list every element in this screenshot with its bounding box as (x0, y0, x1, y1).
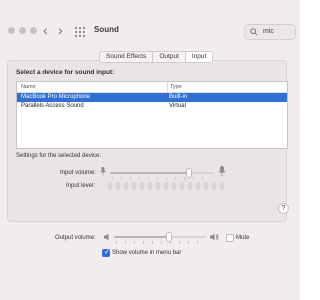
speaker-low-icon (104, 233, 109, 241)
level-segment (196, 182, 200, 190)
table-row[interactable]: MacBook Pro Microphone Built-in (17, 93, 287, 102)
show-volume-checkbox[interactable] (102, 248, 110, 257)
speaker-high-icon (210, 233, 219, 241)
settings-heading: Settings for the selected device: (16, 153, 102, 159)
table-header: Name Type (17, 82, 287, 93)
input-level-label: Input level: (66, 183, 96, 189)
device-name: MacBook Pro Microphone (21, 94, 91, 100)
device-table: Name Type MacBook Pro Microphone Built-i… (16, 81, 288, 149)
input-volume-label: Input volume: (60, 170, 97, 176)
mic-low-icon (100, 167, 106, 176)
input-panel: Select a device for sound input: Name Ty… (7, 60, 289, 222)
level-segment (172, 182, 176, 190)
level-segment (220, 182, 224, 190)
window-title: Sound (94, 25, 119, 34)
level-segment (164, 182, 168, 190)
level-segment (212, 182, 216, 190)
show-volume-label: Show volume in menu bar (112, 250, 182, 256)
tab-output[interactable]: Output (153, 52, 186, 62)
device-name: Parallels Access Sound (21, 103, 84, 109)
mute-label: Mute (236, 235, 250, 241)
show-all-grid-icon[interactable] (75, 27, 85, 37)
input-level-meter (108, 182, 224, 190)
level-segment (188, 182, 192, 190)
level-segment (148, 182, 152, 190)
level-segment (180, 182, 184, 190)
device-type: Built-in (169, 94, 188, 100)
input-volume-fill (110, 172, 189, 174)
device-select-heading: Select a device for sound input: (16, 69, 115, 76)
level-segment (140, 182, 144, 190)
search-icon (250, 28, 258, 36)
level-segment (156, 182, 160, 190)
output-volume-label: Output volume: (55, 235, 96, 241)
titlebar: ‹ › Sound mic (0, 20, 300, 44)
back-chevron-icon[interactable]: ‹ (43, 23, 48, 37)
forward-chevron-icon[interactable]: › (58, 23, 63, 37)
level-segment (204, 182, 208, 190)
sound-preferences-window: ‹ › Sound mic Select a device for sound … (0, 0, 300, 300)
output-volume-ticks (116, 241, 198, 244)
tab-bar: Sound Effects Output Input (99, 51, 214, 63)
column-header-name[interactable]: Name (17, 82, 167, 92)
minimize-window-button[interactable] (19, 27, 26, 34)
close-window-button[interactable] (8, 27, 15, 34)
level-segment (132, 182, 136, 190)
tab-input[interactable]: Input (185, 52, 213, 62)
output-volume-fill (114, 236, 169, 238)
device-type: Virtual (169, 103, 186, 109)
help-button[interactable]: ? (278, 203, 289, 214)
table-row[interactable]: Parallels Access Sound Virtual (17, 102, 287, 111)
level-segment (124, 182, 128, 190)
search-field[interactable]: mic (244, 24, 296, 40)
column-header-type[interactable]: Type (167, 82, 287, 92)
input-volume-ticks (112, 177, 203, 180)
level-segment (108, 182, 112, 190)
zoom-window-button[interactable] (30, 27, 37, 34)
level-segment (116, 182, 120, 190)
mic-high-icon (218, 166, 226, 177)
mute-checkbox[interactable] (226, 234, 234, 242)
search-input[interactable]: mic (263, 28, 274, 35)
tab-sound-effects[interactable]: Sound Effects (100, 52, 154, 62)
